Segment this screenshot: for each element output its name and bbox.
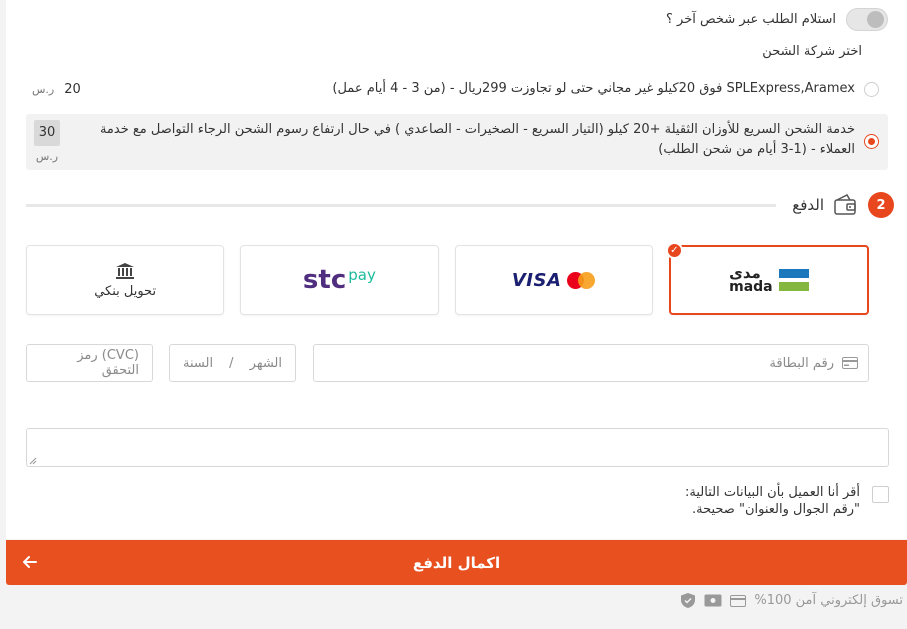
shipping-radio-express[interactable] — [864, 134, 879, 149]
payment-method-bank[interactable]: تحويل بنكي — [26, 245, 225, 315]
agreement-text: أقر أنا العميل بأن البيانات التالية: "رق… — [685, 484, 860, 518]
date-separator: / — [229, 355, 234, 371]
agreement-line-1: أقر أنا العميل بأن البيانات التالية: — [685, 485, 860, 500]
mada-bars — [778, 269, 809, 291]
mada-en-text: mada — [729, 279, 773, 295]
cvc-placeholder: (CVC) رمز التحقق — [77, 348, 139, 378]
price-value: 20 — [64, 81, 81, 97]
stcpay-logo: stc pay — [303, 265, 376, 295]
visa-logo: VISA — [511, 269, 562, 291]
checkout-panel: استلام الطلب عبر شخص آخر ؟ اختر شركة الش… — [6, 0, 907, 539]
price-currency: ر.س — [32, 82, 55, 96]
step-number-badge: 2 — [868, 192, 894, 218]
payment-method-card[interactable]: VISA — [454, 245, 653, 315]
payment-method-stcpay[interactable]: stc pay — [240, 245, 439, 315]
agreement-checkbox[interactable] — [872, 486, 889, 503]
shipping-option-text: SPLExpress,Aramex فوق 20كيلو غير مجاني ح… — [332, 81, 855, 96]
year-placeholder: السنة — [183, 355, 214, 371]
bank-icon — [116, 262, 135, 279]
notes-textarea[interactable] — [26, 428, 889, 467]
shipping-price: 20 ر.س — [32, 82, 81, 97]
month-placeholder: الشهر — [249, 355, 282, 371]
bank-transfer: تحويل بنكي — [94, 262, 156, 299]
shield-icon — [681, 593, 696, 608]
shipping-radio-standard[interactable] — [864, 81, 879, 97]
mada-ar-text: مدى — [729, 264, 761, 282]
card-number-placeholder: رقم البطاقة — [769, 355, 834, 371]
card-number-field[interactable]: رقم البطاقة — [313, 344, 869, 382]
pay-text: pay — [348, 266, 376, 284]
price-value: 30 — [34, 120, 60, 146]
receive-by-other-row: استلام الطلب عبر شخص آخر ؟ — [666, 8, 888, 31]
shipping-option-standard[interactable]: SPLExpress,Aramex فوق 20كيلو غير مجاني ح… — [26, 76, 888, 102]
mada-logo: مدى mada — [729, 266, 809, 294]
section-divider — [26, 203, 777, 207]
payment-methods: ✓ مدى mada VISA stc pay تحويل بنكي — [26, 242, 869, 315]
arrow-left-icon — [23, 556, 37, 568]
resize-handle-icon[interactable] — [29, 457, 37, 465]
toggle-knob — [867, 11, 884, 28]
agreement-row: أقر أنا العميل بأن البيانات التالية: "رق… — [685, 484, 889, 518]
payment-method-mada[interactable]: ✓ مدى mada — [665, 242, 869, 315]
receive-by-other-toggle[interactable] — [846, 8, 888, 31]
cvc-field[interactable]: (CVC) رمز التحقق — [26, 344, 153, 382]
check-icon: ✓ — [665, 242, 683, 259]
price-currency: ر.س — [35, 150, 59, 163]
receive-by-other-label: استلام الطلب عبر شخص آخر ؟ — [666, 12, 836, 27]
secure-shopping-footer: تسوق إلكتروني آمن 100% — [680, 592, 903, 609]
payment-title: الدفع — [792, 196, 824, 214]
wallet-icon — [834, 194, 856, 215]
expiry-date-field[interactable]: الشهر / السنة — [169, 344, 296, 382]
agreement-line-2: "رقم الجوال والعنوان" صحيحة. — [691, 502, 860, 517]
visa-mastercard-logo: VISA — [512, 270, 596, 291]
secure-shopping-text: تسوق إلكتروني آمن 100% — [754, 593, 903, 608]
complete-payment-label: اكمال الدفع — [412, 553, 501, 572]
shipping-price: 30 ر.س — [34, 120, 60, 163]
payment-section-header: 2 الدفع — [26, 190, 894, 220]
complete-payment-button[interactable]: اكمال الدفع — [6, 540, 907, 585]
shipping-option-express[interactable]: خدمة الشحن السريع للأوزان الثقيلة +20 كي… — [26, 114, 888, 170]
mada-wordmark: مدى mada — [729, 264, 773, 295]
bank-transfer-label: تحويل بنكي — [94, 283, 157, 299]
card-icon — [730, 594, 747, 607]
shipping-option-text: خدمة الشحن السريع للأوزان الثقيلة +20 كي… — [99, 122, 855, 157]
cash-icon — [704, 594, 722, 607]
mastercard-icon — [567, 271, 596, 289]
credit-card-icon — [842, 357, 858, 369]
stc-text: stc — [302, 265, 347, 295]
shipping-title: اختر شركة الشحن — [762, 44, 862, 59]
